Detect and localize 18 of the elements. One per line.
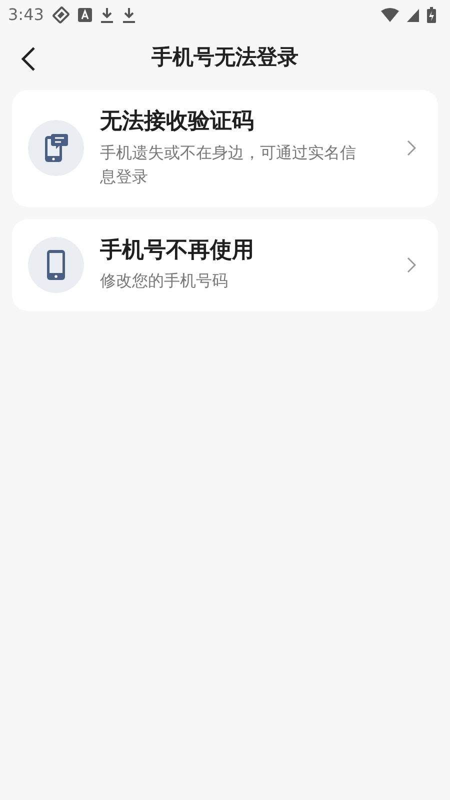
download-icon: [100, 7, 114, 23]
option-card[interactable]: 无法接收验证码 手机遗失或不在身边，可通过实名信息登录: [12, 90, 438, 207]
download-icon: [122, 7, 136, 23]
option-title: 无法接收验证码: [100, 108, 255, 136]
option-description: 手机遗失或不在身边，可通过实名信息登录: [100, 142, 357, 188]
page-title: 手机号无法登录: [152, 44, 298, 72]
app-icon: [78, 8, 92, 22]
chevron-icon: [407, 140, 416, 156]
option-title: 手机号不再使用: [100, 236, 255, 265]
chevron-icon: [407, 256, 416, 273]
message-phone-icon: [44, 133, 68, 164]
battery-icon: [427, 7, 436, 23]
phone-icon: [47, 250, 65, 280]
option-card[interactable]: 手机号不再使用 修改您的手机号码: [12, 218, 438, 312]
signal-icon: [407, 8, 419, 22]
status-time: 3:43: [8, 4, 44, 26]
wifi-icon: [381, 8, 399, 22]
option-description: 修改您的手机号码: [100, 270, 229, 292]
